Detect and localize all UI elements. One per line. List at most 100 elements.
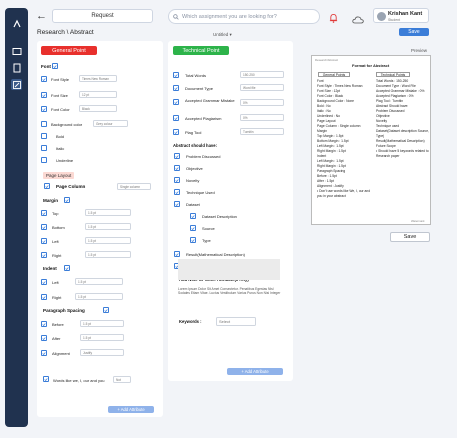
words-select[interactable]: Not [113, 376, 131, 383]
spacing-after-select[interactable]: 1.5 pt [80, 334, 124, 341]
preview-line: • Should have 5 keywords related to Rese… [376, 149, 429, 158]
type-label: Type [202, 238, 211, 243]
search-input[interactable]: Which assignment you are looking for? [168, 9, 320, 24]
margin-left-select[interactable]: 1.5 pt [85, 237, 131, 244]
preview-title: Format for Abstract [352, 63, 390, 68]
preview-header: Research\Abstract [315, 58, 339, 62]
folder-icon[interactable] [11, 45, 22, 56]
keywords-select[interactable]: Select [216, 317, 256, 326]
font-size-select[interactable]: 12 pt [79, 91, 117, 98]
preview-general-list: Font Font Style : Times New Roman Font Siz… [317, 79, 375, 199]
alignment-checkbox[interactable] [41, 350, 47, 356]
indent-checkbox[interactable] [64, 265, 70, 271]
add-attribute-button-technical[interactable]: + Add Attribute [227, 368, 283, 375]
alignment-label: Alignment [52, 351, 70, 356]
bell-icon[interactable] [329, 10, 338, 28]
document-type-select[interactable]: Word file [240, 84, 284, 91]
bold-checkbox[interactable] [41, 133, 47, 139]
novelty-label: Novelty [186, 178, 200, 183]
indent-right-select[interactable]: 1.5 pt [75, 293, 123, 300]
page-column-checkbox[interactable] [44, 183, 50, 189]
grammar-label: Accepted Grammar Mistake [185, 98, 235, 103]
bg-color-select[interactable]: Grey colour [93, 120, 128, 127]
margin-left-checkbox[interactable] [41, 238, 47, 244]
plag-tool-select[interactable]: Turnitin [240, 128, 284, 135]
underline-checkbox[interactable] [41, 157, 47, 163]
dataset-description-checkbox[interactable] [190, 213, 196, 219]
edit-icon[interactable] [11, 79, 22, 90]
total-words-checkbox[interactable] [173, 72, 179, 78]
indent-left-label: Left [52, 280, 59, 285]
preview-general-label: General Points [318, 72, 350, 77]
font-size-checkbox[interactable] [41, 92, 47, 98]
bg-color-label: Background color [51, 122, 83, 127]
logo-icon[interactable] [11, 18, 22, 29]
indent-right-checkbox[interactable] [41, 294, 47, 300]
margin-left-label: Left [52, 239, 59, 244]
spacing-before-select[interactable]: 1.5 pt [80, 320, 124, 327]
total-words-select[interactable]: 150-250 [240, 71, 284, 78]
type-checkbox[interactable] [190, 237, 196, 243]
technique-checkbox[interactable] [174, 189, 180, 195]
plag-tool-checkbox[interactable] [173, 129, 179, 135]
margin-right-checkbox[interactable] [41, 252, 47, 258]
margin-bottom-checkbox[interactable] [41, 224, 47, 230]
source-label: Source [202, 226, 215, 231]
document-type-checkbox[interactable] [173, 85, 179, 91]
underline-label: Underline [56, 158, 74, 163]
font-color-checkbox[interactable] [41, 106, 47, 112]
save-button[interactable]: Save [399, 28, 429, 36]
cloud-icon[interactable] [352, 11, 364, 29]
margin-right-select[interactable]: 1.5 pt [85, 251, 131, 258]
dataset-checkbox[interactable] [174, 201, 180, 207]
plagiarism-checkbox[interactable] [173, 115, 179, 121]
font-style-label: Font Style [51, 77, 70, 82]
spacing-before-checkbox[interactable] [41, 321, 47, 327]
source-checkbox[interactable] [190, 225, 196, 231]
document-title[interactable]: Untitled ▾ [213, 32, 232, 38]
margin-top-checkbox[interactable] [41, 210, 47, 216]
result-checkbox[interactable] [174, 251, 180, 257]
font-checkbox[interactable] [52, 63, 58, 69]
indent-left-select[interactable]: 1.5 pt [75, 278, 123, 285]
italic-checkbox[interactable] [41, 145, 47, 151]
user-menu[interactable]: Krishan Kant Student [373, 8, 429, 23]
search-placeholder: Which assignment you are looking for? [182, 13, 277, 20]
indent-heading: Indent [43, 266, 57, 271]
preview-technical-list: Total Words : 150-250 Document Type : Wor… [376, 79, 430, 159]
notes-textarea[interactable] [178, 259, 280, 280]
words-checkbox[interactable] [43, 376, 49, 382]
margin-bottom-select[interactable]: 1.5 pt [85, 223, 131, 230]
sidebar [5, 8, 28, 427]
page-column-select[interactable]: Single column [117, 183, 151, 190]
italic-label: Italic [56, 146, 65, 151]
indent-left-checkbox[interactable] [41, 279, 47, 285]
request-button[interactable]: Request [52, 9, 153, 23]
grammar-select[interactable]: 0% [240, 99, 284, 106]
search-icon [173, 13, 179, 20]
document-icon[interactable] [11, 62, 22, 73]
problem-checkbox[interactable] [174, 153, 180, 159]
grammar-checkbox[interactable] [173, 99, 179, 105]
add-attribute-button-general[interactable]: + Add Attribute [108, 406, 154, 413]
paragraph-spacing-checkbox[interactable] [103, 307, 109, 313]
document-type-label: Document Type [185, 86, 213, 91]
save-preview-button[interactable]: Save [390, 232, 430, 242]
spacing-after-label: After [52, 336, 61, 341]
font-color-select[interactable]: Black [79, 105, 117, 112]
objective-checkbox[interactable] [174, 165, 180, 171]
margin-top-select[interactable]: 1.5 pt [85, 209, 131, 216]
font-style-select[interactable]: Times New Roman [79, 75, 117, 82]
technical-point-title: Technical Point [173, 46, 229, 55]
bg-color-checkbox[interactable] [41, 121, 47, 127]
font-style-checkbox[interactable] [41, 76, 47, 82]
result-label: Result(Mathematical Description) [186, 252, 245, 257]
technical-point-panel: Technical Point Total Words 150-250 Docu… [168, 41, 293, 381]
user-name: Krishan Kant [388, 11, 423, 17]
spacing-after-checkbox[interactable] [41, 335, 47, 341]
back-button[interactable]: ← [36, 10, 47, 22]
alignment-select[interactable]: Justify [80, 349, 124, 356]
plagiarism-select[interactable]: 0% [240, 114, 284, 121]
novelty-checkbox[interactable] [174, 177, 180, 183]
margin-checkbox[interactable] [64, 197, 70, 203]
